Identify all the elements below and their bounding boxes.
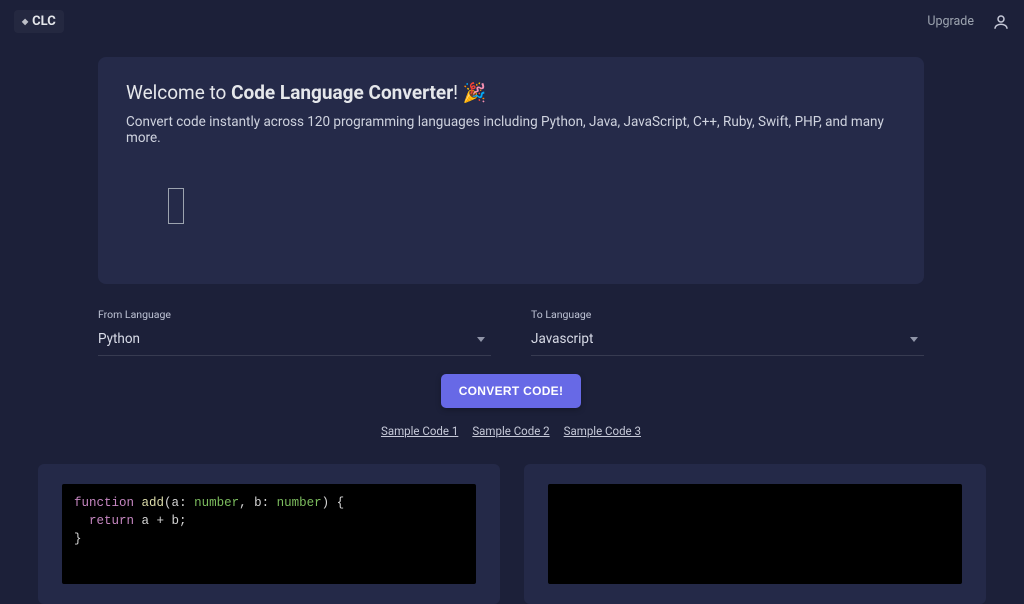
output-code-editor[interactable] <box>548 484 962 584</box>
sample-code-2[interactable]: Sample Code 2 <box>472 424 549 438</box>
sample-code-3[interactable]: Sample Code 3 <box>564 424 641 438</box>
to-language-select[interactable]: Javascript <box>531 325 924 356</box>
sample-code-1[interactable]: Sample Code 1 <box>381 424 458 438</box>
source-code-panel: function add(a: number, b: number) { ret… <box>38 464 500 604</box>
chevron-down-icon <box>910 337 918 342</box>
page-title: Welcome to Code Language Converter! 🎉 <box>126 81 896 104</box>
to-language-label: To Language <box>531 308 924 321</box>
convert-button[interactable]: CONVERT CODE! <box>441 374 582 408</box>
brand-icon: ◆ <box>22 17 28 26</box>
page-subtitle: Convert code instantly across 120 progra… <box>126 114 896 146</box>
from-language-value: Python <box>98 331 140 347</box>
profile-icon[interactable] <box>992 13 1010 31</box>
hero-card: Welcome to Code Language Converter! 🎉 Co… <box>98 57 924 284</box>
placeholder-icon <box>168 188 184 224</box>
from-language-label: From Language <box>98 308 491 321</box>
source-code-editor[interactable]: function add(a: number, b: number) { ret… <box>62 484 476 584</box>
to-language-value: Javascript <box>531 331 593 347</box>
brand-badge[interactable]: ◆ CLC <box>14 10 64 33</box>
sample-links: Sample Code 1 Sample Code 2 Sample Code … <box>98 424 924 438</box>
output-code-panel <box>524 464 986 604</box>
from-language-select[interactable]: Python <box>98 325 491 356</box>
brand-label: CLC <box>32 14 56 29</box>
chevron-down-icon <box>477 337 485 342</box>
upgrade-link[interactable]: Upgrade <box>927 14 974 29</box>
